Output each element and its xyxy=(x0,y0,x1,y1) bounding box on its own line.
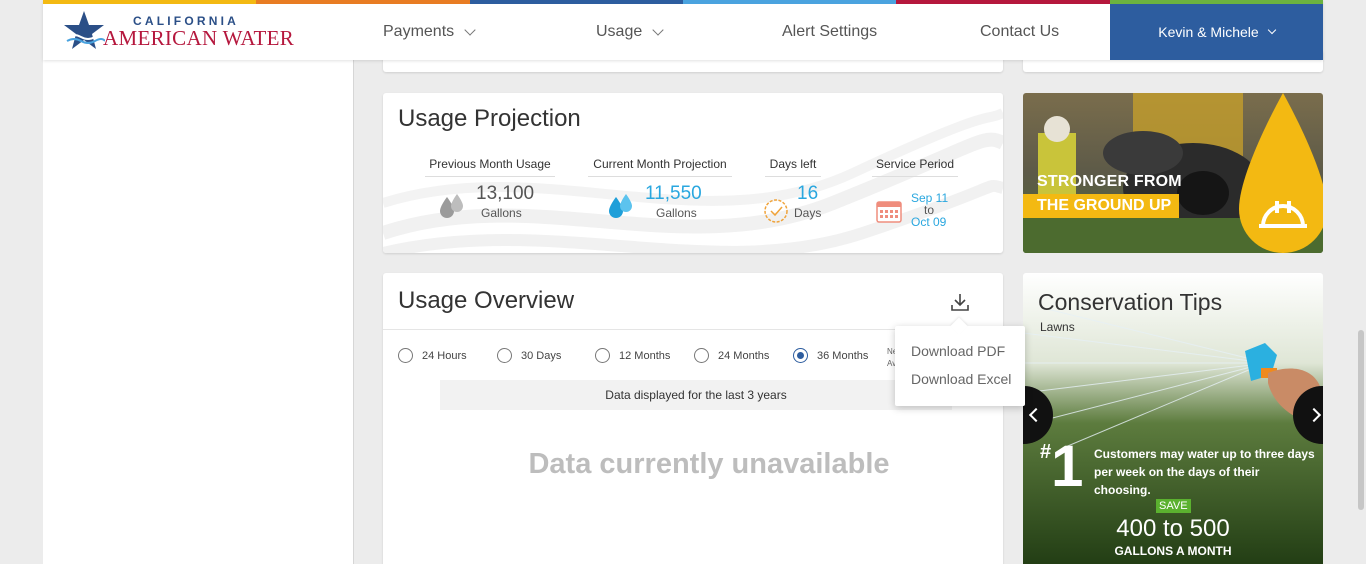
chevron-down-icon xyxy=(1267,25,1276,35)
star-logo-icon xyxy=(64,11,105,49)
usage-projection-card: Usage Projection Previous Month Usage 13… xyxy=(383,93,1003,253)
range-12-months[interactable]: 12 Months xyxy=(595,348,670,363)
usage-projection-title: Usage Projection xyxy=(398,105,581,132)
download-pdf-option[interactable]: Download PDF xyxy=(911,343,1005,359)
user-name: Kevin & Michele xyxy=(1158,24,1259,40)
days-left: Days left 16 Days xyxy=(764,157,822,227)
clock-icon xyxy=(764,199,788,223)
stat-value: 16 xyxy=(797,183,819,204)
stat-unit: Days xyxy=(794,206,822,220)
stat-value: 13,100 xyxy=(476,183,535,204)
chevron-down-icon xyxy=(464,23,476,36)
savings-amount: 400 to 500 xyxy=(1116,515,1230,542)
tip-number-value: 1 xyxy=(1051,434,1084,499)
range-30-days[interactable]: 30 Days xyxy=(497,348,561,363)
stat-label: Current Month Projection xyxy=(588,157,732,177)
stat-unit: Gallons xyxy=(481,206,522,220)
tip-number: #1 xyxy=(1040,437,1083,497)
stronger-from-the-ground-up-banner[interactable]: STRONGER FROM THE GROUND UP xyxy=(1023,93,1323,253)
previous-month-usage: Previous Month Usage 13,100 Gallons xyxy=(425,157,555,227)
water-drops-icon xyxy=(440,194,463,218)
radio-button[interactable] xyxy=(398,348,413,363)
range-label: 24 Hours xyxy=(422,349,467,362)
range-36-months[interactable]: 36 Months xyxy=(793,348,868,363)
banner-line-2: THE GROUND UP xyxy=(1023,194,1180,218)
service-period: Service Period Sep 11 to Oct 09 xyxy=(872,157,958,229)
range-label: 30 Days xyxy=(521,349,562,362)
hard-hat-drop-icon xyxy=(1239,93,1323,253)
nav-payments-label: Payments xyxy=(383,23,455,40)
range-24-hours[interactable]: 24 Hours xyxy=(398,348,467,363)
usage-overview-title: Usage Overview xyxy=(398,287,575,314)
nav-usage-label: Usage xyxy=(596,23,643,40)
logo-line-2: AMERICAN WATER xyxy=(103,26,295,50)
nav-usage[interactable]: Usage xyxy=(596,4,664,60)
usage-overview-card: Usage Overview 24 Hours 30 Days 12 Month… xyxy=(383,273,1003,564)
stat-label: Previous Month Usage xyxy=(425,157,555,177)
radio-button-selected[interactable] xyxy=(793,348,808,363)
stat-value: 11,550 xyxy=(645,183,702,204)
range-label: 36 Months xyxy=(817,349,869,362)
data-unavailable-message: Data currently unavailable xyxy=(528,448,890,480)
tip-number-prefix: # xyxy=(1040,441,1052,463)
chevron-down-icon xyxy=(652,23,664,36)
save-badge: SAVE xyxy=(1156,499,1191,513)
download-menu: Download PDF Download Excel xyxy=(895,326,1025,406)
user-account-menu[interactable]: Kevin & Michele xyxy=(1110,4,1323,60)
water-drops-icon xyxy=(609,194,632,218)
radio-button[interactable] xyxy=(497,348,512,363)
current-month-projection: Current Month Projection 11,550 Gallons xyxy=(588,157,732,227)
range-24-months[interactable]: 24 Months xyxy=(694,348,769,363)
chevron-left-icon xyxy=(1028,407,1044,423)
california-american-water-logo[interactable]: CALIFORNIA AMERICAN WATER xyxy=(63,10,294,54)
chevron-right-icon xyxy=(1306,407,1322,423)
tip-category: Lawns xyxy=(1040,320,1075,334)
calendar-icon xyxy=(876,201,902,223)
stat-unit: Gallons xyxy=(656,206,697,220)
download-icon[interactable] xyxy=(949,291,971,313)
range-label: 12 Months xyxy=(619,349,671,362)
savings-unit: GALLONS A MONTH xyxy=(1114,544,1232,558)
stat-label: Days left xyxy=(765,157,821,177)
conservation-tips-carousel: Conservation Tips Lawns #1 Customers may… xyxy=(1023,273,1323,564)
data-range-info: Data displayed for the last 3 years xyxy=(440,380,952,410)
left-sidebar xyxy=(43,0,354,564)
service-period-end: Oct 09 xyxy=(911,215,947,229)
nav-payments[interactable]: Payments xyxy=(383,4,476,60)
conservation-tips-title: Conservation Tips xyxy=(1038,289,1223,315)
site-header: CALIFORNIA AMERICAN WATER Payments Usage… xyxy=(43,0,1323,60)
download-excel-option[interactable]: Download Excel xyxy=(911,371,1011,387)
radio-button[interactable] xyxy=(595,348,610,363)
banner-line-1: STRONGER FROM xyxy=(1037,173,1182,190)
page-scrollbar[interactable] xyxy=(1358,330,1364,510)
stat-label: Service Period xyxy=(872,157,958,177)
tip-description: Customers may water up to three days per… xyxy=(1094,447,1315,497)
range-label: 24 Months xyxy=(718,349,770,362)
radio-button[interactable] xyxy=(694,348,709,363)
nav-alert-settings[interactable]: Alert Settings xyxy=(782,4,877,60)
nav-contact-us[interactable]: Contact Us xyxy=(980,4,1059,60)
